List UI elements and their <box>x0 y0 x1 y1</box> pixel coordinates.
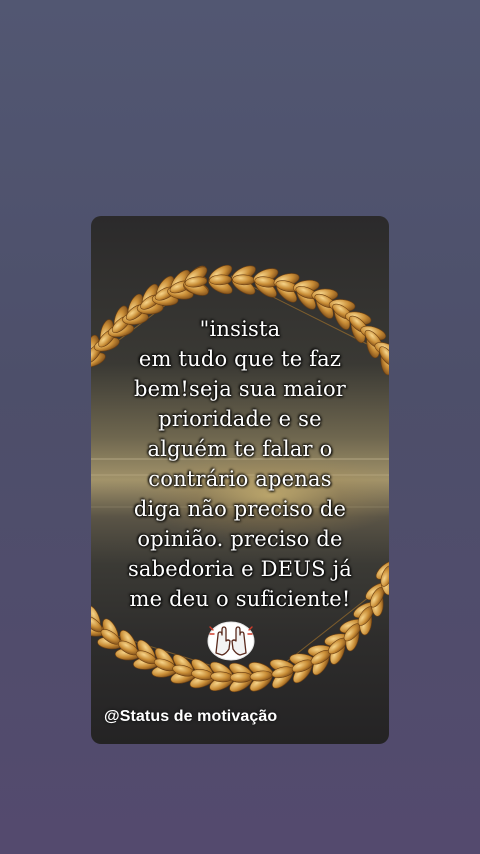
quote-line: contrário apenas <box>148 467 332 491</box>
quote-text: "insista em tudo que te faz bem!seja sua… <box>99 314 381 614</box>
quote-line: em tudo que te faz <box>138 347 342 371</box>
quote-line: me deu o suficiente! <box>129 587 351 611</box>
quote-line: sabedoria e DEUS já <box>127 557 353 581</box>
quote-line: diga não preciso de <box>133 497 347 521</box>
status-card: "insista em tudo que te faz bem!seja sua… <box>91 216 389 744</box>
wheat-grain-icon <box>229 672 253 683</box>
quote-line: "insista <box>199 317 281 341</box>
quote-line: bem!seja sua maior <box>133 377 347 401</box>
watermark-handle: @Status de motivação <box>104 708 278 725</box>
quote-line: alguém te falar o <box>147 437 333 461</box>
quote-line: prioridade e se <box>158 407 322 431</box>
quote-line: opinião. preciso de <box>137 527 343 551</box>
raising-hands-icon <box>207 621 255 661</box>
